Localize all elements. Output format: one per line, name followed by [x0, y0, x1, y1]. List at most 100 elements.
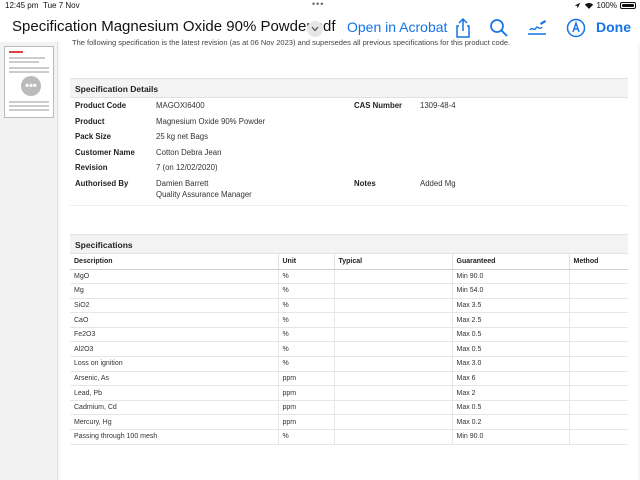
table-cell: Mg	[70, 283, 279, 299]
authorised-by-name: Damien Barrett	[156, 179, 209, 188]
table-cell: %	[278, 283, 335, 299]
table-row: Lead, Pb ppm Max 2	[70, 385, 628, 401]
column-header: Guaranteed	[452, 254, 570, 270]
table-row: Mg% Min 54.0	[70, 283, 628, 299]
multitasking-dots-icon[interactable]: •••	[312, 0, 324, 9]
table-cell: ppm	[278, 414, 335, 431]
search-icon[interactable]	[488, 17, 510, 39]
wifi-icon	[584, 2, 593, 9]
table-row: Mercury, Hg ppm Max 0.2	[70, 414, 628, 431]
table-cell	[569, 269, 628, 285]
table-cell: Max 0.5	[452, 327, 570, 343]
more-options-icon[interactable]: •••	[21, 76, 41, 96]
table-cell	[569, 385, 628, 401]
table-cell	[334, 356, 453, 372]
table-cell: ppm	[278, 371, 335, 387]
table-cell	[569, 414, 628, 431]
customer-name-value: Cotton Debra Jean	[156, 148, 222, 157]
open-in-acrobat-button[interactable]: Open in Acrobat	[347, 19, 447, 35]
table-cell: Fe2O3	[70, 327, 279, 343]
table-cell: Passing through 100 mesh	[70, 429, 279, 445]
table-cell: Max 2.5	[452, 312, 570, 328]
page-thumbnail-sidebar: •••	[0, 42, 58, 480]
table-row: Passing through 100 mesh% Min 90.0	[70, 429, 628, 445]
table-cell: %	[278, 341, 335, 358]
pdf-page: The following specification is the lates…	[60, 38, 638, 480]
pack-size-label: Pack Size	[75, 132, 111, 141]
markup-icon[interactable]	[565, 17, 587, 39]
product-code-label: Product Code	[75, 101, 127, 110]
column-header: Unit	[278, 254, 335, 270]
table-row: CaO% Max 2.5	[70, 312, 628, 328]
table-cell	[334, 283, 453, 299]
status-date: Tue 7 Nov	[43, 1, 80, 10]
table-row: Loss on ignition% Max 3.0	[70, 356, 628, 372]
table-cell	[334, 312, 453, 328]
table-row: Cadmium, Cd ppm Max 0.5	[70, 400, 628, 416]
table-cell	[569, 341, 628, 358]
table-cell	[334, 400, 453, 416]
authorised-by-title: Quality Assurance Manager	[156, 190, 252, 199]
section-heading-specifications: Specifications	[70, 234, 628, 254]
table-cell	[334, 414, 453, 431]
table-cell	[334, 298, 453, 314]
table-cell	[334, 371, 453, 387]
table-cell	[569, 312, 628, 328]
table-row: Fe2O3% Max 0.5	[70, 327, 628, 343]
table-cell: Min 90.0	[452, 269, 570, 285]
table-cell: Max 3.0	[452, 356, 570, 372]
column-header: Method	[569, 254, 628, 270]
chevron-down-icon[interactable]	[307, 21, 323, 37]
table-cell	[569, 283, 628, 299]
revision-value: 7 (on 12/02/2020)	[156, 163, 218, 172]
table-cell: Min 90.0	[452, 429, 570, 445]
table-cell: Al2O3	[70, 341, 279, 358]
section-heading-details: Specification Details	[70, 78, 628, 98]
table-cell: Max 0.5	[452, 400, 570, 416]
table-cell	[569, 429, 628, 445]
table-row: SiO2% Max 3.5	[70, 298, 628, 314]
table-cell: Cadmium, Cd	[70, 400, 279, 416]
table-cell: %	[278, 269, 335, 285]
table-cell	[569, 371, 628, 387]
table-cell: Max 2	[452, 385, 570, 401]
done-button[interactable]: Done	[596, 19, 631, 35]
table-cell: Lead, Pb	[70, 385, 279, 401]
table-cell: ppm	[278, 400, 335, 416]
status-right: 100%	[574, 1, 636, 10]
table-cell: Max 6	[452, 371, 570, 387]
cas-number-value: 1309-48-4	[420, 101, 456, 110]
table-cell: %	[278, 356, 335, 372]
table-cell	[334, 385, 453, 401]
table-cell: CaO	[70, 312, 279, 328]
table-cell	[334, 327, 453, 343]
battery-percent: 100%	[596, 1, 617, 10]
table-cell: Max 0.2	[452, 414, 570, 431]
table-cell	[334, 429, 453, 445]
table-cell: %	[278, 298, 335, 314]
revision-label: Revision	[75, 163, 108, 172]
pdf-viewer: 12:45 pm Tue 7 Nov ••• 100% Specificatio…	[0, 0, 640, 480]
signature-icon[interactable]	[526, 17, 548, 39]
status-bar: 12:45 pm Tue 7 Nov ••• 100%	[0, 0, 640, 12]
column-header: Description	[70, 254, 279, 270]
specification-details: Product Code MAGOXI6400 CAS Number 1309-…	[70, 98, 628, 206]
document-title[interactable]: Specification Magnesium Oxide 90% Powder…	[12, 18, 336, 35]
page-thumbnail[interactable]: •••	[4, 46, 54, 118]
location-icon	[574, 2, 580, 9]
notes-value: Added Mg	[420, 179, 456, 188]
table-cell: Max 3.5	[452, 298, 570, 314]
share-icon[interactable]	[452, 17, 474, 39]
specifications-body: MgO% Min 90.0 Mg% Min 54.0 SiO2% Max 3.5 CaO% M…	[70, 269, 628, 445]
table-cell: %	[278, 312, 335, 328]
battery-icon	[620, 2, 636, 9]
customer-name-label: Customer Name	[75, 148, 135, 157]
table-cell	[569, 327, 628, 343]
table-cell	[334, 341, 453, 358]
authorised-by-label: Authorised By	[75, 179, 129, 188]
product-code-value: MAGOXI6400	[156, 101, 205, 110]
document-view[interactable]: The following specification is the lates…	[58, 38, 640, 480]
product-label: Product	[75, 117, 105, 126]
table-cell: Min 54.0	[452, 283, 570, 299]
status-time: 12:45 pm	[5, 1, 39, 10]
